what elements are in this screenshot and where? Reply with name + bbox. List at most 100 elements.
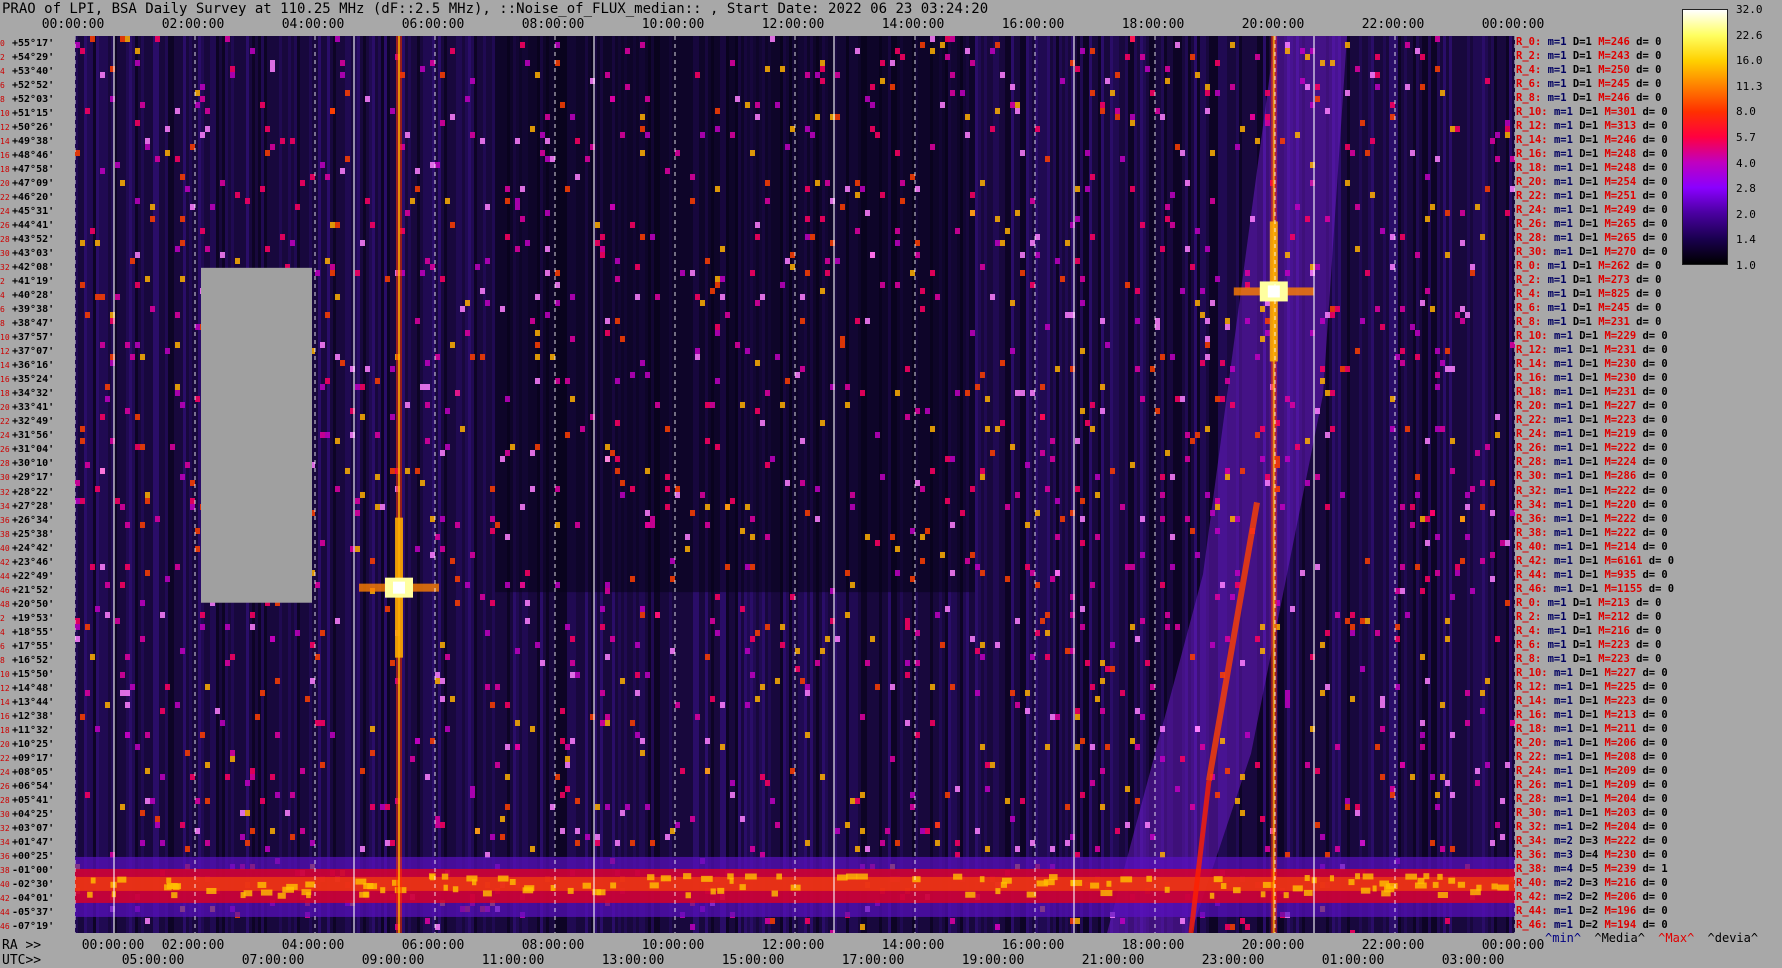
horizon-band-speckle	[497, 875, 509, 882]
noise-speckle	[805, 510, 810, 516]
noise-speckle	[1415, 48, 1420, 54]
noise-speckle	[1010, 444, 1015, 450]
noise-speckle	[1055, 498, 1060, 504]
noise-speckle	[1350, 624, 1355, 630]
noise-speckle	[690, 816, 695, 822]
receiver-stat-row: R_8: m=1 D=1 M=223 d= 0	[1516, 652, 1662, 665]
noise-speckle	[425, 918, 430, 924]
noise-speckle	[670, 648, 675, 654]
noise-speckle	[745, 564, 750, 570]
noise-speckle	[125, 36, 130, 42]
noise-speckle	[630, 576, 635, 582]
noise-speckle	[1170, 354, 1175, 360]
noise-speckle	[135, 744, 140, 750]
noise-speckle	[430, 516, 435, 522]
receiver-stat-row: R_20: m=1 D=1 M=206 d= 0	[1516, 736, 1668, 749]
noise-speckle	[1460, 210, 1465, 216]
horizon-band-speckle	[1470, 889, 1481, 896]
heatmap-stripe	[975, 36, 978, 933]
noise-speckle	[950, 36, 955, 42]
noise-speckle	[1205, 246, 1210, 252]
noise-speckle	[230, 72, 235, 78]
receiver-stat-row: R_32: m=1 D=1 M=222 d= 0	[1516, 484, 1668, 497]
noise-speckle	[520, 216, 525, 222]
noise-speckle	[1035, 126, 1040, 132]
heatmap-stripe	[123, 36, 126, 933]
noise-speckle	[205, 840, 210, 846]
horizon-band-speckle	[166, 877, 172, 884]
horizon-band-speckle	[260, 889, 273, 896]
noise-speckle	[1510, 342, 1515, 348]
noise-speckle	[950, 90, 955, 96]
noise-speckle	[1415, 330, 1420, 336]
noise-speckle	[1205, 84, 1210, 90]
noise-speckle	[605, 720, 610, 726]
noise-speckle	[1150, 366, 1155, 372]
noise-speckle	[1370, 72, 1375, 78]
noise-speckle	[220, 180, 225, 186]
noise-speckle	[340, 72, 345, 78]
heatmap-stripe	[1449, 36, 1452, 933]
noise-speckle	[1445, 618, 1450, 624]
heatmap-stripe	[1401, 36, 1404, 933]
noise-speckle	[970, 486, 975, 492]
noise-speckle	[875, 540, 880, 546]
noise-speckle	[705, 768, 710, 774]
colorbar-tick-label: 1.4	[1736, 233, 1756, 247]
horizon-band-speckle	[509, 878, 516, 885]
noise-speckle	[575, 672, 580, 678]
noise-speckle	[980, 264, 985, 270]
noise-speckle	[1375, 744, 1380, 750]
noise-speckle	[260, 690, 265, 696]
heatmap-stripe	[1353, 36, 1356, 933]
noise-speckle	[180, 276, 185, 282]
noise-speckle	[695, 354, 700, 360]
noise-speckle	[1360, 840, 1365, 846]
noise-speckle	[1015, 492, 1020, 498]
noise-speckle	[1160, 474, 1165, 480]
noise-speckle	[840, 342, 845, 348]
noise-speckle	[140, 810, 145, 816]
noise-speckle	[1365, 558, 1370, 564]
noise-speckle	[800, 678, 805, 684]
noise-speckle	[200, 612, 205, 618]
noise-speckle	[880, 474, 885, 480]
noise-speckle	[1440, 774, 1445, 780]
noise-speckle	[1285, 696, 1290, 702]
noise-speckle	[80, 714, 85, 720]
noise-speckle	[470, 354, 475, 360]
noise-speckle	[360, 240, 365, 246]
noise-speckle	[975, 648, 980, 654]
noise-speckle	[125, 342, 130, 348]
noise-speckle	[710, 696, 715, 702]
noise-speckle	[780, 66, 785, 72]
noise-speckle	[1395, 624, 1400, 630]
noise-speckle	[95, 606, 100, 612]
dec-tick-label: 20 +10°25'	[0, 738, 55, 750]
noise-speckle	[440, 120, 445, 126]
noise-speckle	[140, 636, 145, 642]
noise-speckle	[515, 648, 520, 654]
noise-speckle	[140, 840, 145, 846]
noise-speckle	[785, 480, 790, 486]
bottom-utc-tick-label: 07:00:00	[241, 953, 305, 968]
noise-speckle	[950, 570, 955, 576]
noise-speckle	[1390, 114, 1395, 120]
noise-speckle	[315, 654, 320, 660]
horizon-band-speckle	[1405, 873, 1418, 880]
noise-speckle	[1045, 654, 1050, 660]
noise-speckle	[555, 582, 560, 588]
noise-speckle	[410, 756, 415, 762]
noise-speckle	[535, 330, 540, 336]
noise-speckle	[435, 672, 440, 678]
noise-speckle	[1010, 690, 1015, 696]
noise-speckle	[1380, 702, 1385, 708]
noise-speckle	[1180, 918, 1185, 924]
noise-speckle	[615, 258, 620, 264]
horizon-band-speckle	[836, 874, 848, 881]
top-ra-tick-label: 20:00:00	[1241, 17, 1305, 32]
noise-speckle	[775, 102, 780, 108]
noise-speckle	[1320, 834, 1325, 840]
legend-dev: ^devia^	[1707, 931, 1759, 945]
noise-speckle	[1340, 366, 1345, 372]
